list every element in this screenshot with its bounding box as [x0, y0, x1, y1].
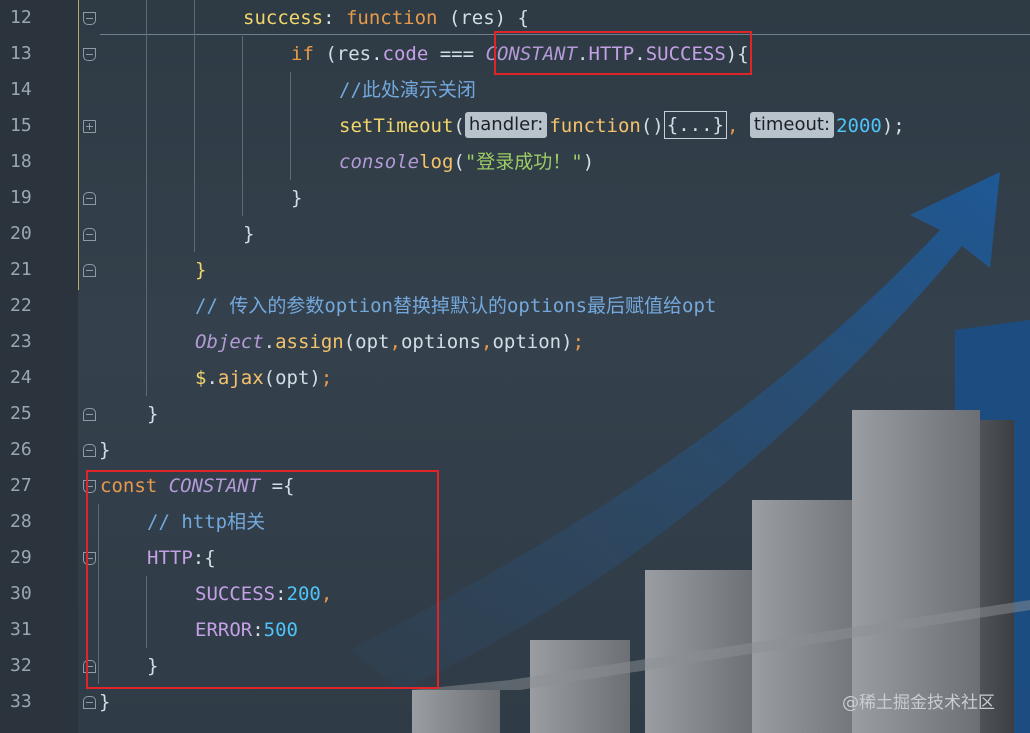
token: } [291, 187, 303, 209]
token: , [389, 331, 401, 353]
token: function [549, 115, 641, 137]
token: } [243, 223, 255, 245]
line-number: 33 [10, 691, 32, 712]
line-number: 18 [10, 151, 32, 172]
indent-guide [146, 0, 147, 396]
code-line-21[interactable]: } [195, 252, 206, 288]
line-number: 15 [10, 115, 32, 136]
line-number: 24 [10, 367, 32, 388]
code-line-15[interactable]: setTimeout(handler: function() {...}, time… [339, 108, 905, 144]
code-line-12[interactable]: success: function (res) { [243, 0, 529, 36]
line-number: 29 [10, 547, 32, 568]
code-line-24[interactable]: $.ajax(opt); [195, 360, 332, 396]
fold-expand-icon[interactable] [83, 120, 96, 133]
line-number: 12 [10, 7, 32, 28]
code-line-22[interactable]: // 传入的参数option替换掉默认的options最后赋值给opt [195, 288, 716, 324]
fold-end-icon[interactable] [83, 696, 96, 709]
watermark: @稀土掘金技术社区 [842, 693, 995, 713]
token: ) [582, 151, 595, 173]
comment: //此处演示关闭 [339, 79, 476, 101]
line-number: 30 [10, 583, 32, 604]
token: success [243, 7, 324, 29]
token: $ [195, 367, 207, 389]
fold-collapse-icon[interactable] [83, 48, 96, 61]
line-number: 31 [10, 619, 32, 640]
comment: // 传入的参数option替换掉默认的options最后赋值给opt [195, 295, 717, 317]
code-line-23[interactable]: Object.assign(opt,options,option); [195, 324, 584, 360]
line-number: 19 [10, 187, 32, 208]
token: console [339, 151, 420, 173]
fold-collapse-icon[interactable] [83, 12, 96, 25]
highlight-box-constant-definition [86, 470, 439, 689]
fold-end-icon[interactable] [83, 444, 96, 457]
code-line-19[interactable]: } [291, 180, 302, 216]
code-line-18[interactable]: consolelog("登录成功！") [339, 144, 594, 180]
token: ajax [217, 367, 264, 389]
token: } [99, 691, 111, 713]
fold-end-icon[interactable] [83, 408, 96, 421]
line-number: 20 [10, 223, 32, 244]
fold-end-icon[interactable] [83, 264, 96, 277]
token: options [400, 331, 482, 353]
token: , [726, 115, 750, 137]
line-number: 26 [10, 439, 32, 460]
token: function [345, 7, 438, 29]
indent-guide [290, 72, 291, 180]
token: (opt) [263, 367, 321, 389]
token: if [291, 43, 314, 65]
token: Object [195, 331, 264, 353]
line-number: 22 [10, 295, 32, 316]
code-line-20[interactable]: } [243, 216, 254, 252]
token: === [428, 43, 486, 65]
line-number: 14 [10, 79, 32, 100]
token: option) [492, 331, 573, 353]
parameter-hint-timeout: timeout: [749, 111, 835, 138]
parameter-hint-handler: handler: [464, 111, 548, 138]
token: assign [275, 331, 344, 353]
token: } [195, 259, 207, 281]
token: ; [572, 331, 585, 353]
token: . [263, 331, 276, 353]
string-literal: "登录成功！" [464, 151, 583, 173]
token: } [147, 403, 159, 425]
fold-end-icon[interactable] [83, 228, 96, 241]
line-number: 28 [10, 511, 32, 532]
fold-end-icon[interactable] [83, 192, 96, 205]
token: () [640, 115, 664, 137]
collapsed-code-block[interactable]: {...} [663, 110, 727, 139]
token: . [206, 367, 218, 389]
code-line-25[interactable]: } [147, 396, 158, 432]
token: ; [320, 367, 333, 389]
token: ); [881, 115, 905, 137]
token: code [382, 43, 429, 65]
line-number: 27 [10, 475, 32, 496]
code-line-33[interactable]: } [99, 684, 110, 720]
line-number: 23 [10, 331, 32, 352]
token: , [481, 331, 493, 353]
line-number: 32 [10, 655, 32, 676]
line-number: 13 [10, 43, 32, 64]
token: : [323, 7, 346, 29]
code-line-14[interactable]: //此处演示关闭 [339, 72, 476, 108]
token: (opt [343, 331, 390, 353]
token: 2000 [836, 115, 882, 137]
code-line-26[interactable]: } [99, 432, 110, 468]
line-number: 25 [10, 403, 32, 424]
token: log [419, 151, 454, 173]
token: setTimeout [339, 115, 454, 137]
indent-guide [194, 0, 195, 252]
token: (res. [313, 43, 383, 65]
indent-guide [242, 36, 243, 216]
token: ( [453, 151, 465, 173]
code-editor[interactable]: 12 13 14 15 18 19 20 21 22 23 24 25 26 2… [0, 0, 1030, 733]
token: ( [453, 115, 465, 137]
token: } [99, 439, 111, 461]
highlight-box-constant-reference [494, 31, 752, 75]
line-number: 21 [10, 259, 32, 280]
token: (res) { [437, 7, 529, 29]
